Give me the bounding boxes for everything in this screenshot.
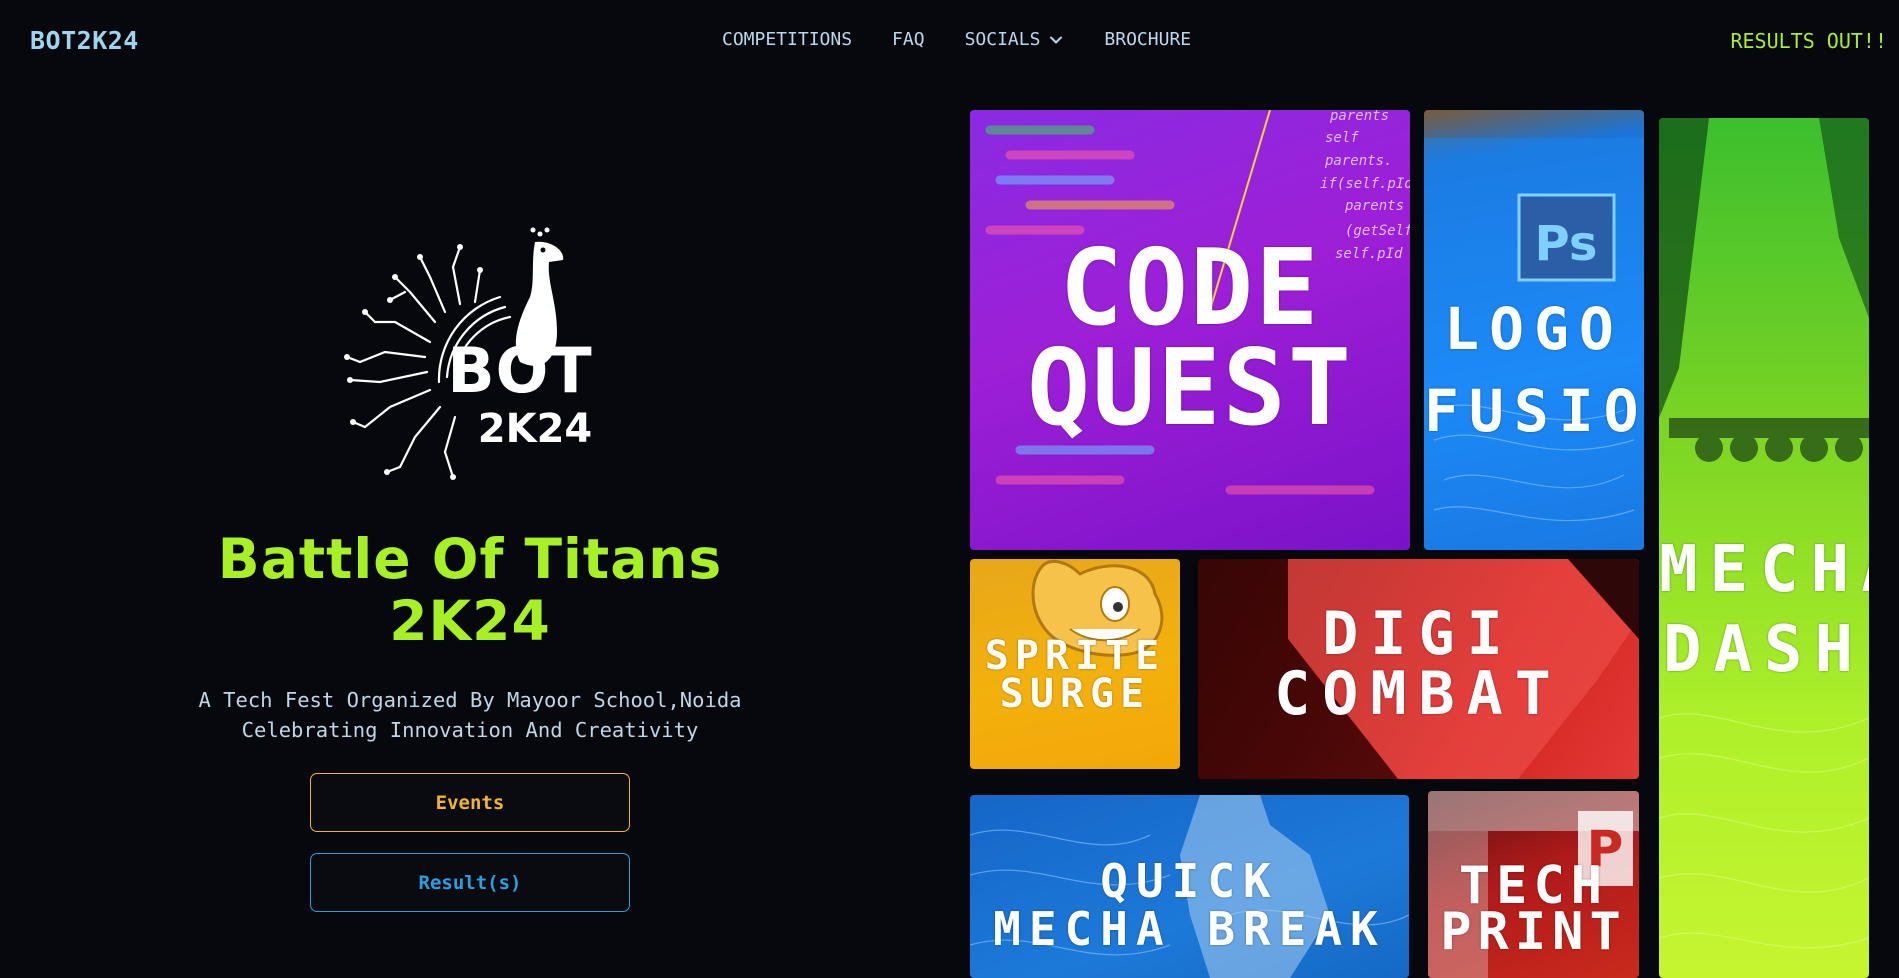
nav-competitions-label: COMPETITIONS bbox=[722, 29, 853, 50]
hero-title-line2: 2K24 bbox=[389, 589, 551, 653]
nav-faq-link[interactable]: FAQ bbox=[892, 29, 925, 50]
logo-fusion-title: LOGO FUSION bbox=[1424, 295, 1644, 445]
svg-text:Ps: Ps bbox=[1535, 216, 1598, 272]
main-menu: COMPETITIONS FAQ SOCIALS BROCHURE bbox=[722, 29, 1191, 50]
events-button[interactable]: Events bbox=[310, 773, 630, 832]
hero-title: Battle Of Titans 2K24 bbox=[130, 528, 810, 652]
digi-combat-title: DIGI COMBAT bbox=[1274, 599, 1563, 729]
nav-brochure-link[interactable]: BROCHURE bbox=[1104, 29, 1191, 50]
mecha-dash-title: MECHA DASH bbox=[1659, 533, 1869, 687]
svg-text:BOT: BOT bbox=[447, 334, 592, 407]
hero-subtitle-line2: Celebrating Innovation And Creativity bbox=[241, 718, 699, 742]
hero-title-line1: Battle Of Titans bbox=[217, 527, 723, 591]
competition-card-logo-fusion[interactable]: Ps LOGO FUSION bbox=[1424, 110, 1644, 550]
svg-text:self: self bbox=[1325, 130, 1359, 146]
chevron-down-icon bbox=[1050, 36, 1063, 43]
svg-text:2K24: 2K24 bbox=[478, 406, 593, 452]
svg-text:parents.: parents. bbox=[1324, 153, 1392, 169]
top-navbar: BOT2K24 COMPETITIONS FAQ SOCIALS BROCHUR… bbox=[0, 0, 1899, 82]
code-quest-title: CODE QUEST bbox=[1026, 227, 1354, 449]
competition-card-mecha-dash[interactable]: MECHA DASH bbox=[1659, 118, 1869, 978]
nav-socials-dropdown[interactable]: SOCIALS bbox=[965, 29, 1065, 50]
sprite-surge-title: SPRITE SURGE bbox=[984, 633, 1166, 717]
nav-brochure-label: BROCHURE bbox=[1104, 29, 1192, 50]
hero-subtitle-line1: A Tech Fest Organized By Mayoor School,N… bbox=[198, 688, 742, 712]
tech-print-title: TECH PRINT bbox=[1440, 856, 1627, 962]
results-button[interactable]: Result(s) bbox=[310, 853, 630, 912]
nav-faq-label: FAQ bbox=[892, 29, 925, 50]
results-out-link[interactable]: RESULTS OUT!! bbox=[1730, 29, 1887, 53]
svg-text:parents: parents bbox=[1344, 198, 1404, 214]
svg-text:(getSelf: (getSelf bbox=[1345, 223, 1410, 239]
hero-subtitle: A Tech Fest Organized By Mayoor School,N… bbox=[130, 685, 810, 745]
competition-card-code-quest[interactable]: parents self parents. if(self.pId parent… bbox=[970, 110, 1410, 550]
competition-card-quick-mecha-break[interactable]: QUICK MECHA BREAK bbox=[970, 795, 1409, 978]
nav-socials-label: SOCIALS bbox=[964, 29, 1041, 50]
svg-text:if(self.pId: if(self.pId bbox=[1320, 176, 1410, 192]
bot2k24-peacock-logo: BOT 2K24 bbox=[344, 227, 593, 480]
competition-card-sprite-surge[interactable]: SPRITE SURGE bbox=[970, 559, 1180, 769]
quick-mecha-break-title: QUICK MECHA BREAK bbox=[993, 854, 1386, 956]
nav-competitions-link[interactable]: COMPETITIONS bbox=[722, 29, 852, 50]
competition-card-digi-combat[interactable]: DIGI COMBAT bbox=[1198, 559, 1639, 779]
competition-card-tech-print[interactable]: P TECH PRINT bbox=[1428, 791, 1639, 978]
brand-logo-text[interactable]: BOT2K24 bbox=[30, 26, 139, 55]
svg-text:parents: parents bbox=[1329, 110, 1389, 124]
